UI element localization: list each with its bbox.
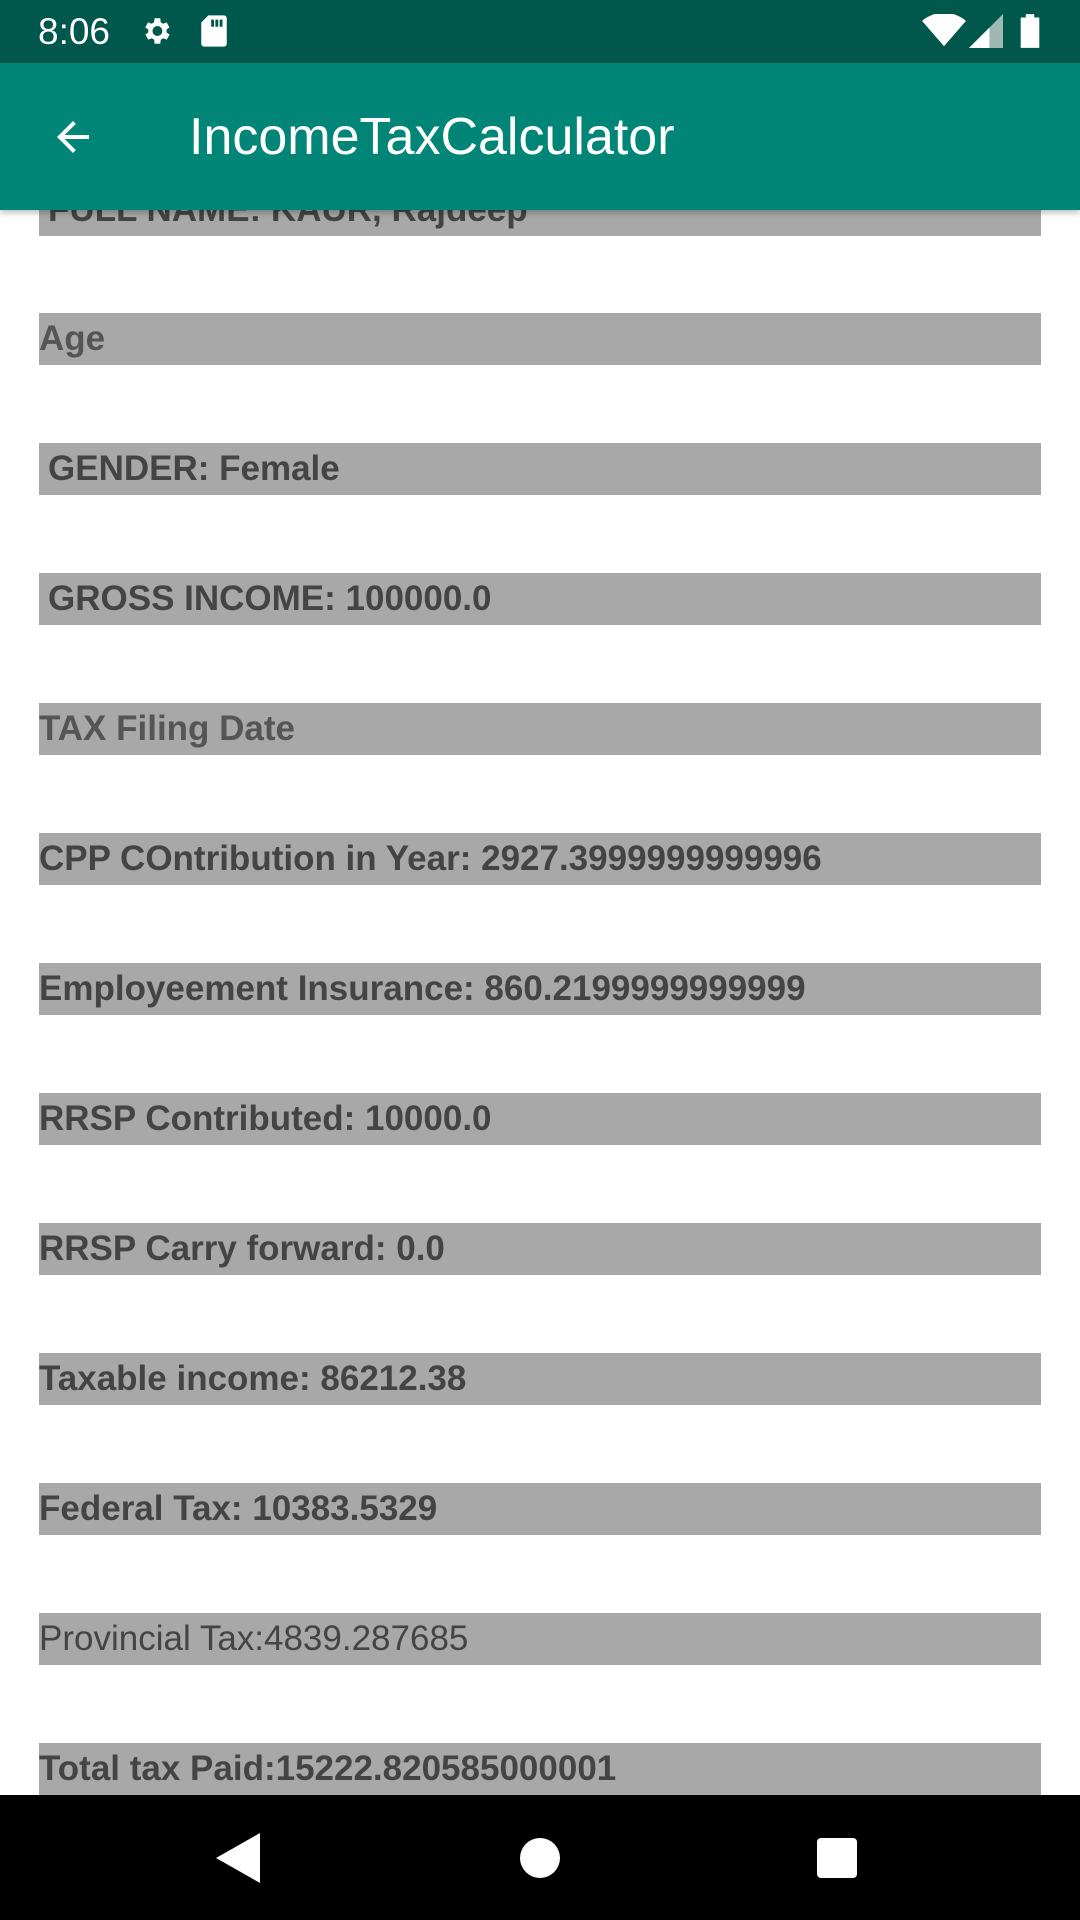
navigation-bar bbox=[0, 1795, 1080, 1920]
provincial-tax-field: Provincial Tax:4839.287685 bbox=[39, 1613, 1041, 1665]
taxable-income-field: Taxable income: 86212.38 bbox=[39, 1353, 1041, 1405]
back-button[interactable] bbox=[36, 100, 110, 174]
result-list[interactable]: FULL NAME: KAUR, Rajdeep Age GENDER: Fem… bbox=[0, 210, 1080, 1795]
tax-filing-date-field: TAX Filing Date bbox=[39, 703, 1041, 755]
recents-square-icon bbox=[817, 1838, 857, 1878]
rrsp-contributed-field: RRSP Contributed: 10000.0 bbox=[39, 1093, 1041, 1145]
total-tax-paid-field: Total tax Paid:15222.820585000001 bbox=[39, 1743, 1041, 1795]
employment-insurance-field: Employeement Insurance: 860.219999999999… bbox=[39, 963, 1041, 1015]
screen: 8:06 IncomeTaxCalculator FULL NAME: KAUR… bbox=[0, 0, 1080, 1920]
nav-back-button[interactable] bbox=[205, 1825, 271, 1891]
home-circle-icon bbox=[520, 1838, 560, 1878]
gross-income-field: GROSS INCOME: 100000.0 bbox=[39, 573, 1041, 625]
age-field: Age bbox=[39, 313, 1041, 365]
full-name-field: FULL NAME: KAUR, Rajdeep bbox=[39, 210, 1041, 236]
gear-icon bbox=[139, 14, 173, 48]
back-triangle-icon bbox=[216, 1833, 260, 1883]
app-title: IncomeTaxCalculator bbox=[189, 108, 675, 166]
rrsp-carry-forward-field: RRSP Carry forward: 0.0 bbox=[39, 1223, 1041, 1275]
federal-tax-field: Federal Tax: 10383.5329 bbox=[39, 1483, 1041, 1535]
status-time: 8:06 bbox=[38, 11, 111, 52]
app-bar: IncomeTaxCalculator bbox=[0, 63, 1080, 210]
status-bar: 8:06 bbox=[0, 0, 1080, 63]
sd-card-icon bbox=[199, 14, 229, 48]
battery-icon bbox=[1019, 14, 1041, 48]
wifi-icon bbox=[922, 12, 966, 48]
nav-recents-button[interactable] bbox=[804, 1825, 870, 1891]
cpp-contribution-field: CPP COntribution in Year: 2927.399999999… bbox=[39, 833, 1041, 885]
signal-icon bbox=[969, 14, 1003, 48]
nav-home-button[interactable] bbox=[507, 1825, 573, 1891]
arrow-back-icon bbox=[57, 121, 89, 153]
gender-field: GENDER: Female bbox=[39, 443, 1041, 495]
